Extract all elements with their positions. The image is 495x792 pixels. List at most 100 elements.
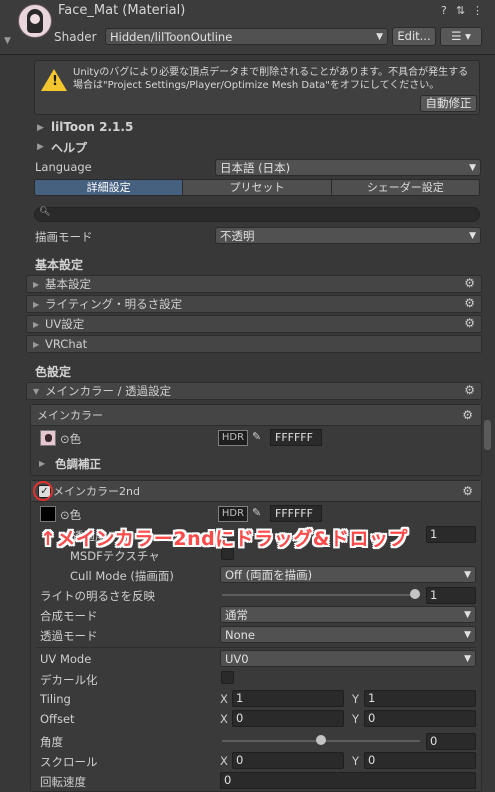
blend-mode-value: 通常 <box>225 608 248 622</box>
language-label: Language <box>35 160 92 174</box>
transparency-mode-value: None <box>225 628 256 642</box>
divider <box>36 647 476 648</box>
help-foldout[interactable]: ヘルプ <box>51 139 87 156</box>
gear-icon[interactable]: ⚙ <box>462 405 473 426</box>
cull-mode-dropdown[interactable]: Off (両面を描画) ▼ <box>220 566 476 583</box>
offset-y-field[interactable]: 0 <box>364 710 476 727</box>
render-mode-dropdown[interactable]: 不透明 ▼ <box>215 227 481 244</box>
main-color-box-header: メインカラー ⚙ <box>31 405 481 426</box>
transparency-mode-dropdown[interactable]: None ▼ <box>220 626 476 643</box>
scrollbar-thumb[interactable] <box>484 420 491 450</box>
blend-mode-label: 合成モード <box>40 609 98 623</box>
expand-arrow-icon: ▶ <box>33 320 40 329</box>
blend-mode-dropdown[interactable]: 通常 ▼ <box>220 606 476 623</box>
shader-value: Hidden/lilToonOutline <box>110 30 233 44</box>
auto-fix-button[interactable]: 自動修正 <box>420 95 477 112</box>
expand-arrow-icon: ▶ <box>33 300 40 309</box>
x-label: X <box>220 712 228 726</box>
main2-texture-slot[interactable] <box>40 506 56 522</box>
material-title: Face_Mat (Material) <box>58 3 186 18</box>
uv-mode-value: UV0 <box>225 652 249 666</box>
liltoon-version[interactable]: lilToon 2.1.5 <box>51 120 133 134</box>
uv-mode-label: UV Mode <box>40 652 92 666</box>
language-dropdown[interactable]: 日本語 (日本) ▼ <box>215 159 481 176</box>
chevron-down-icon: ▼ <box>469 231 476 241</box>
offset-x-field[interactable]: 0 <box>232 710 344 727</box>
fold-main-color[interactable]: ▼ メインカラー / 透過設定 ⚙ <box>26 382 482 400</box>
chevron-down-icon: ▼ <box>469 163 476 173</box>
alpha-value[interactable]: 1 <box>426 526 476 543</box>
help-icon[interactable]: ? <box>441 4 447 17</box>
uv-mode-dropdown[interactable]: UV0 ▼ <box>220 650 476 667</box>
gear-icon[interactable]: ⚙ <box>464 315 475 332</box>
warning-text: Unityのバグにより必要な頂点データまで削除されることがあります。不具合が発生… <box>73 67 469 91</box>
light-slider-knob[interactable] <box>410 589 420 599</box>
y-label: Y <box>352 712 360 726</box>
rotation-speed-field[interactable]: 0 <box>220 772 476 789</box>
expand-arrow-icon: ▶ <box>33 280 40 289</box>
list-menu-button[interactable]: ☰ ▾ <box>440 27 482 46</box>
fold-uv[interactable]: ▶ UV設定 ⚙ <box>26 315 482 333</box>
menu-dots-icon[interactable]: ⋮ <box>472 4 483 17</box>
tab-shader-settings[interactable]: シェーダー設定 <box>331 180 479 195</box>
gear-icon[interactable]: ⚙ <box>464 295 475 312</box>
expanded-arrow-icon: ▼ <box>33 387 40 396</box>
tab-advanced[interactable]: 詳細設定 <box>35 180 184 195</box>
gear-icon[interactable]: ⚙ <box>462 481 473 502</box>
tiling-label: Tiling <box>40 692 71 706</box>
main-color-title: メインカラー <box>37 409 103 422</box>
fold-label: 基本設定 <box>45 277 91 291</box>
gear-icon[interactable]: ⚙ <box>464 275 475 292</box>
fold-label: ライティング・明るさ設定 <box>45 297 183 311</box>
tiling-y-field[interactable]: 1 <box>364 690 476 707</box>
main-color-hex[interactable]: FFFFFF <box>270 429 322 446</box>
edit-button[interactable]: Edit... <box>392 27 436 46</box>
light-slider-track[interactable] <box>222 594 420 596</box>
tone-correction-foldout[interactable]: 色調補正 <box>55 456 101 472</box>
fold-basic-settings[interactable]: ▶ 基本設定 ⚙ <box>26 275 482 293</box>
y-label: Y <box>352 754 360 768</box>
angle-value[interactable]: 0 <box>426 733 476 750</box>
fold-vrchat[interactable]: ▶ VRChat <box>26 335 482 353</box>
fold-label: UV設定 <box>45 317 85 331</box>
collapse-arrow-icon[interactable]: ▼ <box>4 36 11 46</box>
light-value[interactable]: 1 <box>426 587 476 604</box>
search-input[interactable]: 🔍︎ <box>34 207 480 222</box>
main-color-2nd-header: メインカラー2nd ⚙ <box>31 481 481 502</box>
highlight-circle <box>33 481 53 501</box>
main-color-2nd-title: メインカラー2nd <box>53 485 140 498</box>
decal-label: デカール化 <box>40 673 98 687</box>
fold-lighting[interactable]: ▶ ライティング・明るさ設定 ⚙ <box>26 295 482 313</box>
cull-mode-value: Off (両面を描画) <box>225 568 313 582</box>
hdr-toggle[interactable]: HDR <box>218 506 248 522</box>
tiling-x-field[interactable]: 1 <box>232 690 344 707</box>
render-mode-value: 不透明 <box>220 229 255 243</box>
main-texture-thumbnail[interactable] <box>40 430 56 446</box>
basic-settings-heading: 基本設定 <box>35 258 84 272</box>
shader-dropdown[interactable]: Hidden/lilToonOutline ▼ <box>105 28 388 45</box>
transparency-mode-label: 透過モード <box>40 629 98 643</box>
eyedropper-icon[interactable]: ✎ <box>252 430 261 443</box>
render-mode-label: 描画モード <box>35 230 93 244</box>
list-icon: ☰ ▾ <box>451 29 471 43</box>
gear-icon[interactable]: ⚙ <box>464 382 475 399</box>
angle-slider-knob[interactable] <box>316 735 326 745</box>
x-label: X <box>220 692 228 706</box>
main2-color-hex[interactable]: FFFFFF <box>270 505 322 522</box>
eyedropper-icon[interactable]: ✎ <box>252 506 261 519</box>
language-value: 日本語 (日本) <box>220 161 291 175</box>
color-label: ⊙色 <box>60 432 82 446</box>
scroll-y-field[interactable]: 0 <box>364 752 476 769</box>
rotation-speed-label: 回転速度 <box>40 775 86 789</box>
scroll-x-field[interactable]: 0 <box>232 752 344 769</box>
hdr-toggle[interactable]: HDR <box>218 430 248 446</box>
preset-icon[interactable]: ⇅ <box>456 4 465 17</box>
expand-arrow-icon[interactable]: ▶ <box>39 459 45 468</box>
expand-arrow-icon[interactable]: ▶ <box>37 142 44 152</box>
expand-arrow-icon[interactable]: ▶ <box>37 123 44 133</box>
decal-checkbox[interactable] <box>221 671 234 684</box>
chevron-down-icon: ▼ <box>376 32 383 42</box>
tab-preset[interactable]: プリセット <box>183 180 332 195</box>
shader-label: Shader <box>54 30 97 44</box>
chevron-down-icon: ▼ <box>464 610 471 620</box>
